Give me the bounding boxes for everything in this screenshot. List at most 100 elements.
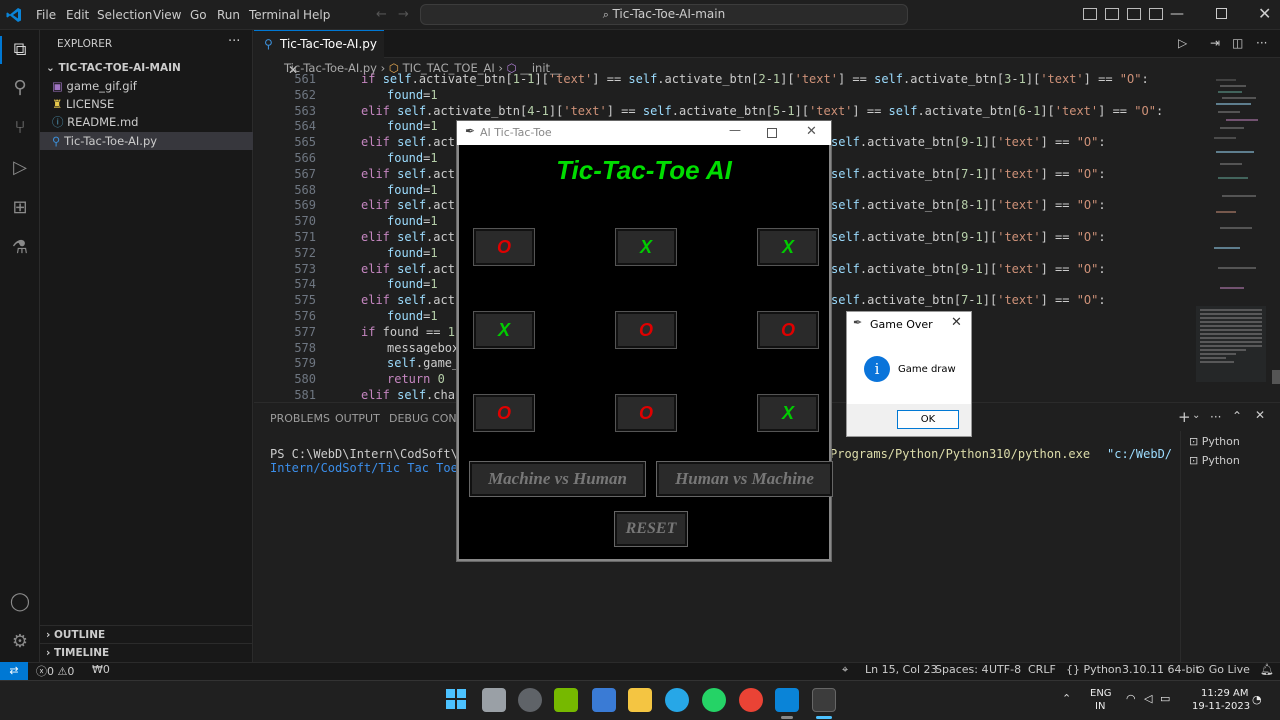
menu-file[interactable]: File [36,8,56,22]
code-line-tail[interactable]: self.activate_btn[7-1]['text'] == "O": [831,166,1106,182]
more-actions-icon[interactable]: ··· [1210,410,1221,424]
menu-run[interactable]: Run [217,8,240,22]
remote-indicator-icon[interactable]: ⇄ [0,662,28,680]
code-line[interactable]: found=1 [387,182,438,198]
notification-center-icon[interactable]: ◔ [1252,693,1262,706]
outline-section[interactable]: › OUTLINE [40,625,253,643]
menu-help[interactable]: Help [303,8,330,22]
close-icon[interactable]: ✕ [1258,4,1271,23]
code-line[interactable]: elif self.activ [361,261,469,277]
vscode-app-icon[interactable] [775,688,799,712]
terminal-list-item[interactable]: ⊡ Python [1189,454,1240,467]
notifications-bell-icon[interactable]: 🔔︎ [1260,663,1274,676]
maximize-icon[interactable] [1216,8,1227,19]
clock-date[interactable]: 19-11-2023 [1192,701,1250,712]
settings-gear-icon[interactable]: ⚙ [9,631,31,653]
code-line[interactable]: found=1 [387,118,438,134]
timeline-section[interactable]: › TIMELINE [40,643,253,661]
file-item-license[interactable]: ♜ LICENSE [40,95,253,113]
file-explorer-icon[interactable] [628,688,652,712]
tab-tic-tac-toe-py[interactable]: ⚲ Tic-Tac-Toe-AI.py ✕ [254,30,384,77]
python-interpreter[interactable]: 3.10.11 64-bit [1122,663,1200,676]
menu-selection[interactable]: Selection [97,8,152,22]
split-editor-icon[interactable]: ◫ [1232,36,1243,50]
copilot-icon[interactable]: ⌖ [842,663,848,677]
vscode-logo-icon[interactable] [6,7,22,23]
tab-problems[interactable]: PROBLEMS [270,412,330,425]
code-line[interactable]: elif self.activ [361,197,469,213]
chevron-down-icon[interactable]: ⌄ [1192,410,1200,421]
ok-button[interactable]: OK [897,410,959,429]
minimap[interactable] [1196,78,1280,402]
code-line[interactable]: found=1 [387,213,438,229]
board-cell-2[interactable]: X [615,228,677,266]
minimize-icon[interactable]: — [729,123,741,137]
go-live[interactable]: ⊙ Go Live [1196,663,1250,676]
board-cell-4[interactable]: X [473,311,535,349]
board-cell-5[interactable]: O [615,311,677,349]
code-line[interactable]: found=1 [387,87,438,103]
close-icon[interactable]: ✕ [806,124,817,139]
tab-output[interactable]: OUTPUT [335,412,380,425]
battery-icon[interactable]: ▭ [1160,692,1170,705]
maximize-panel-icon[interactable]: ⌃ [1232,409,1242,423]
indentation[interactable]: Spaces: 4 [935,663,988,676]
file-item-gif[interactable]: ▣ game_gif.gif [40,77,253,95]
board-cell-6[interactable]: O [757,311,819,349]
language-indicator-1[interactable]: ENG [1090,688,1112,699]
back-arrow-icon[interactable]: ← [376,7,387,22]
code-line[interactable]: found=1 [387,150,438,166]
chrome-app-icon[interactable] [739,688,763,712]
command-center-search[interactable]: ⌕ Tic-Tac-Toe-AI-main [420,4,908,25]
reset-button[interactable]: RESET [614,511,688,547]
code-line[interactable]: found=1 [387,308,438,324]
file-item-python[interactable]: ⚲ Tic-Tac-Toe-AI.py [40,132,253,150]
toggle-sidebar-icon[interactable] [1083,8,1097,20]
menu-edit[interactable]: Edit [66,8,89,22]
code-line-tail[interactable]: self.activate_btn[8-1]['text'] == "O": [831,197,1106,213]
notepad-app-icon[interactable] [592,688,616,712]
code-line[interactable]: elif self.activ [361,292,469,308]
board-cell-7[interactable]: O [473,394,535,432]
code-line[interactable]: return 0 [387,371,445,387]
board-cell-9[interactable]: X [757,394,819,432]
toggle-panel-icon[interactable] [1105,8,1119,20]
folder-root[interactable]: ⌄ TIC-TAC-TOE-AI-MAIN [40,59,253,77]
code-line-tail[interactable]: self.activate_btn[9-1]['text'] == "O": [831,229,1106,245]
machine-vs-human-button[interactable]: Machine vs Human [469,461,646,497]
python-app-icon[interactable] [812,688,836,712]
search-icon[interactable]: ⚲ [9,77,31,99]
file-item-readme[interactable]: ⓘ README.md [40,113,253,131]
code-line-tail[interactable]: self.activate_btn[9-1]['text'] == "O": [831,134,1106,150]
source-control-icon[interactable]: ⑂ [9,117,31,139]
extensions-icon[interactable]: ⊞ [9,197,31,219]
testing-icon[interactable]: ⚗ [9,237,31,259]
more-actions-icon[interactable]: ··· [228,34,240,49]
new-terminal-icon[interactable]: + [1178,408,1191,426]
customize-layout-icon[interactable] [1149,8,1163,20]
language-mode[interactable]: {} Python [1066,663,1122,676]
windows-start-icon[interactable] [446,689,466,709]
code-line[interactable]: elif self.activ [361,229,469,245]
close-panel-icon[interactable]: ✕ [1255,408,1265,422]
accounts-icon[interactable]: ◯ [9,591,31,613]
minimize-icon[interactable]: — [1170,6,1184,22]
human-vs-machine-button[interactable]: Human vs Machine [656,461,833,497]
open-changes-icon[interactable]: ⇥ [1210,36,1220,50]
wifi-icon[interactable]: ◠ [1126,692,1136,705]
close-icon[interactable]: ✕ [951,315,962,330]
forward-arrow-icon[interactable]: → [398,7,409,22]
maximize-icon[interactable] [767,128,777,138]
more-actions-icon[interactable]: ··· [1256,36,1267,50]
board-cell-1[interactable]: O [473,228,535,266]
explorer-icon[interactable]: ⧉ [9,39,31,61]
encoding[interactable]: UTF-8 [989,663,1021,676]
code-line[interactable]: elif self.chanc [361,387,469,403]
clock-time[interactable]: 11:29 AM [1201,688,1248,699]
terminal-list-item[interactable]: ⊡ Python [1189,435,1240,448]
menu-terminal[interactable]: Terminal [249,8,300,22]
board-cell-8[interactable]: O [615,394,677,432]
code-line[interactable]: self.game_o [387,355,466,371]
code-line[interactable]: messagebox. [387,340,466,356]
whatsapp-app-icon[interactable] [702,688,726,712]
